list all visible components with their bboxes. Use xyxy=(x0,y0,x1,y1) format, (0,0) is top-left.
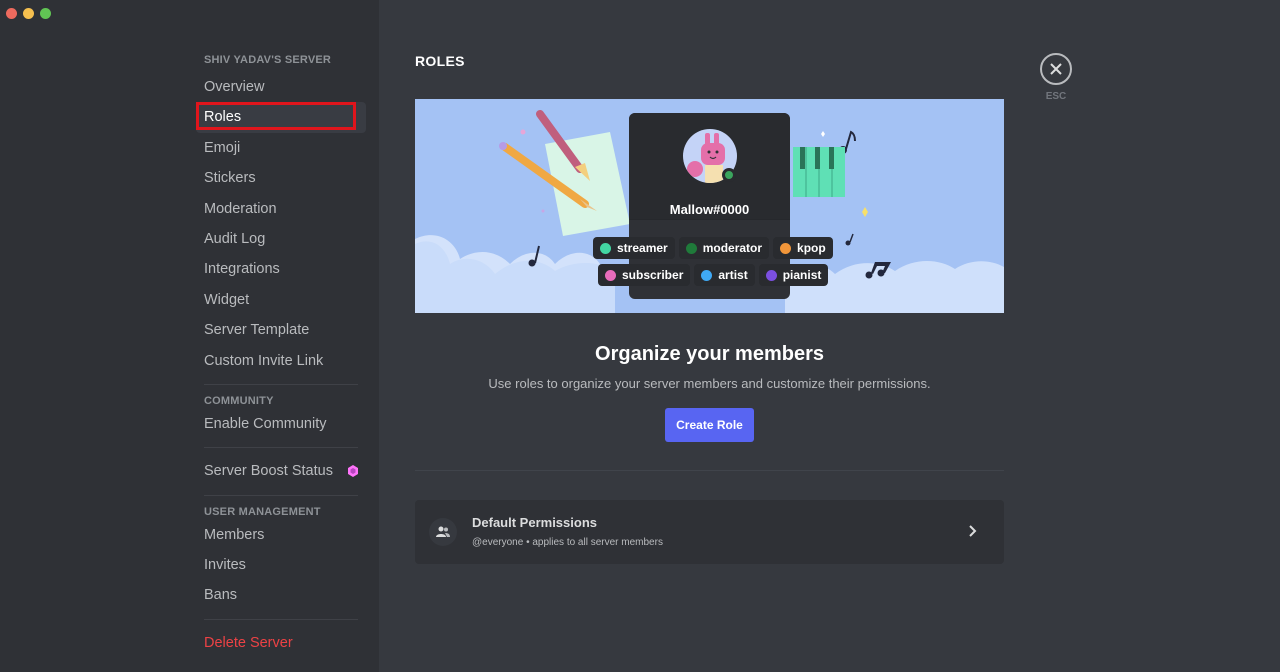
role-pill-streamer: streamer xyxy=(593,237,675,259)
sidebar-item-enable-community[interactable]: Enable Community xyxy=(196,409,366,439)
sidebar-item-label: Roles xyxy=(204,109,242,126)
role-pills-row-1: streamer moderator kpop xyxy=(593,237,833,259)
chevron-right-icon xyxy=(968,524,978,543)
sidebar-item-invites[interactable]: Invites xyxy=(196,550,366,580)
sidebar-item-integrations[interactable]: Integrations xyxy=(196,254,366,284)
content-divider xyxy=(415,470,1004,471)
role-color-dot xyxy=(600,242,611,254)
profile-username: Mallow#0000 xyxy=(669,202,750,217)
empty-state-subtitle: Use roles to organize your server member… xyxy=(488,376,931,391)
sidebar-item-label: Invites xyxy=(204,557,246,574)
section-header-community: COMMUNITY xyxy=(204,394,274,407)
role-pill-artist: artist xyxy=(694,264,755,286)
sidebar-item-audit-log[interactable]: Audit Log xyxy=(196,224,366,254)
role-pills-row-2: subscriber artist pianist xyxy=(598,264,829,286)
sidebar-item-label: Custom Invite Link xyxy=(204,352,324,369)
close-settings-button[interactable]: ESC xyxy=(1040,53,1072,102)
sidebar-item-members[interactable]: Members xyxy=(196,520,366,550)
role-pill-pianist: pianist xyxy=(758,264,829,286)
online-status-icon xyxy=(722,168,736,182)
sidebar-divider xyxy=(204,447,358,449)
sidebar-item-label: Enable Community xyxy=(204,415,327,432)
sidebar-divider xyxy=(204,494,358,496)
sidebar-item-server-boost-status[interactable]: Server Boost Status xyxy=(196,456,366,486)
sidebar-item-overview[interactable]: Overview xyxy=(196,72,366,102)
sidebar-item-label: Moderation xyxy=(204,200,277,217)
settings-sidebar: SHIV YADAV'S SERVER Overview Roles Emoji… xyxy=(0,0,379,672)
window-minimize-button[interactable] xyxy=(23,8,34,19)
sidebar-item-label: Members xyxy=(204,526,265,543)
sidebar-item-roles[interactable]: Roles xyxy=(196,102,366,133)
window-controls xyxy=(6,8,51,19)
role-color-dot xyxy=(780,242,792,254)
sidebar-item-stickers[interactable]: Stickers xyxy=(196,163,366,193)
role-color-dot xyxy=(605,269,616,281)
sidebar-item-label: Bans xyxy=(204,587,238,604)
role-color-dot xyxy=(685,242,697,254)
sidebar-item-label: Overview xyxy=(204,79,265,95)
window-maximize-button[interactable] xyxy=(40,8,51,19)
esc-label: ESC xyxy=(1045,91,1067,102)
sidebar-item-custom-invite-link[interactable]: Custom Invite Link xyxy=(196,346,366,376)
sidebar-item-label: Server Boost Status xyxy=(204,463,333,480)
default-permissions-subtitle: @everyone • applies to all server member… xyxy=(472,537,663,548)
close-icon xyxy=(1040,53,1072,85)
default-permissions-row[interactable]: Default Permissions @everyone • applies … xyxy=(415,500,1004,564)
create-role-button[interactable]: Create Role xyxy=(665,408,754,442)
page-title: ROLES xyxy=(415,53,465,69)
roles-banner-illustration: Mallow#0000 streamer moderator kpop subs… xyxy=(415,99,1004,313)
sidebar-divider xyxy=(204,618,358,620)
sidebar-item-label: Stickers xyxy=(204,170,256,187)
sidebar-item-bans[interactable]: Bans xyxy=(196,580,366,610)
sidebar-item-moderation[interactable]: Moderation xyxy=(196,194,366,224)
members-icon xyxy=(429,518,457,546)
empty-state-title: Organize your members xyxy=(595,343,824,365)
role-color-dot xyxy=(765,269,777,281)
window-close-button[interactable] xyxy=(6,8,17,19)
boost-gem-icon xyxy=(348,465,358,478)
sidebar-item-label: Emoji xyxy=(204,139,241,156)
sidebar-nav: SHIV YADAV'S SERVER Overview Roles Emoji… xyxy=(196,52,366,658)
role-pill-kpop: kpop xyxy=(773,237,833,259)
sidebar-item-label: Server Template xyxy=(204,322,310,339)
sidebar-item-label: Integrations xyxy=(204,261,280,278)
role-color-dot xyxy=(701,269,713,281)
role-pill-subscriber: subscriber xyxy=(598,264,691,286)
sidebar-item-label: Widget xyxy=(204,291,250,308)
sidebar-item-label: Audit Log xyxy=(204,230,266,247)
section-header-user-management: USER MANAGEMENT xyxy=(204,505,321,518)
sidebar-item-emoji[interactable]: Emoji xyxy=(196,133,366,163)
sidebar-item-widget[interactable]: Widget xyxy=(196,285,366,315)
sidebar-item-label: Delete Server xyxy=(204,634,293,651)
sidebar-item-server-template[interactable]: Server Template xyxy=(196,315,366,345)
role-pill-moderator: moderator xyxy=(678,237,770,259)
sidebar-item-delete-server[interactable]: Delete Server xyxy=(196,628,366,658)
section-header-server: SHIV YADAV'S SERVER xyxy=(204,54,332,66)
default-permissions-title: Default Permissions xyxy=(472,515,597,530)
sidebar-divider xyxy=(204,383,358,385)
